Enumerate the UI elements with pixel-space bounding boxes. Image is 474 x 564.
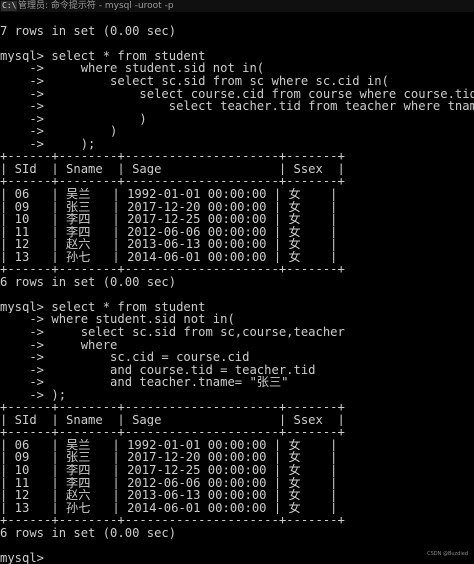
console-line: +------+--------+---------------------+-…	[0, 175, 345, 188]
console-line: +------+--------+---------------------+-…	[0, 426, 345, 439]
console-line: | 10 | 李四 | 2017-12-25 00:00:00 | 女 |	[0, 463, 338, 477]
window-title: 管理员: 命令提示符 - mysql -uroot -p	[18, 1, 174, 11]
console-line: | 13 | 孙七 | 2014-06-01 00:00:00 | 女 |	[0, 501, 338, 515]
console-line: -> select course.cid from course where c…	[0, 87, 474, 101]
console-line: -> )	[0, 112, 147, 126]
window-titlebar: C:\ 管理员: 命令提示符 - mysql -uroot -p	[0, 0, 474, 12]
console-line: -> where student.sid not in(	[0, 62, 265, 76]
console-line: -> and course.tid = teacher.tid	[0, 363, 316, 377]
watermark: CSDN @Buzdied	[427, 551, 468, 557]
console-line: | 10 | 李四 | 2017-12-25 00:00:00 | 女 |	[0, 213, 338, 226]
terminal-icon: C:\	[1, 1, 18, 11]
console-line: -> select sc.sid from sc,course,teacher	[0, 325, 345, 339]
console-line: -> );	[0, 388, 67, 402]
console-line: | 09 | 张三 | 2017-12-20 00:00:00 | 女 |	[0, 451, 338, 464]
console-line: 7 rows in set (0.00 sec)	[0, 24, 177, 38]
console-line: 6 rows in set (0.00 sec)	[0, 275, 177, 289]
console-line: | 12 | 赵六 | 2013-06-13 00:00:00 | 女 |	[0, 489, 338, 502]
console-line: 6 rows in set (0.00 sec)	[0, 526, 177, 540]
console-line: | 06 | 吴兰 | 1992-01-01 00:00:00 | 女 |	[0, 438, 338, 452]
console-line: +------+--------+---------------------+-…	[0, 401, 345, 414]
console-line: mysql> select * from student	[0, 300, 206, 314]
console-line: -> where	[0, 338, 118, 352]
console-line: -> select teacher.tid from teacher where…	[29, 100, 474, 113]
console-line: -> and teacher.tname= "张三"	[0, 376, 289, 389]
console-line: -> select sc.sid from sc where sc.cid in…	[0, 75, 389, 88]
console-line: | SId | Sname | Sage | Ssex |	[0, 413, 345, 427]
console-line: | 11 | 李四 | 2012-06-06 00:00:00 | 女 |	[0, 225, 338, 239]
console-line: +------+--------+---------------------+-…	[0, 263, 345, 276]
console-line: | 13 | 孙七 | 2014-06-01 00:00:00 | 女 |	[0, 250, 338, 264]
terminal-output[interactable]: 7 rows in set (0.00 sec) mysql> select * …	[0, 12, 474, 564]
console-line: | 09 | 张三 | 2017-12-20 00:00:00 | 女 |	[0, 200, 338, 214]
console-line: -> );	[0, 137, 96, 151]
console-line: | 06 | 吴兰 | 1992-01-01 00:00:00 | 女 |	[0, 187, 338, 201]
console-line: | SId | Sname | Sage | Ssex |	[0, 162, 345, 176]
console-line: +------+--------+---------------------+-…	[0, 514, 345, 527]
console-line: | 12 | 赵六 | 2013-06-13 00:00:00 | 女 |	[0, 238, 338, 251]
console-line: | 11 | 李四 | 2012-06-06 00:00:00 | 女 |	[0, 476, 338, 490]
console-line: -> where student.sid not in(	[0, 313, 235, 326]
console-line: -> sc.cid = course.cid	[0, 351, 250, 364]
console-line: -> )	[0, 125, 118, 138]
console-line: mysql> select * from student	[0, 49, 206, 63]
console-line: mysql>	[0, 551, 52, 564]
console-line: +------+--------+---------------------+-…	[0, 150, 345, 163]
